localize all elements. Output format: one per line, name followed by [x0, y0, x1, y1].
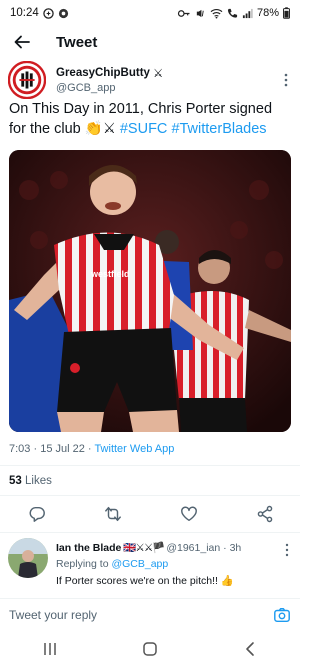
divider [0, 465, 300, 466]
author-emoji: ⚔ [152, 68, 164, 80]
back-button[interactable] [12, 32, 32, 52]
app-notification-icon [58, 8, 68, 18]
football-photo: westfield [9, 150, 291, 432]
shirt-sponsor: westfield [90, 269, 130, 279]
tweet-photo[interactable]: westfield [9, 150, 291, 432]
likes-count-row[interactable]: 53 Likes [9, 475, 52, 487]
reply-flags: 🇬🇧⚔⚔🏴 [123, 542, 165, 554]
home-button[interactable] [135, 637, 165, 661]
reply-body: Ian the Blade 🇬🇧⚔⚔🏴 @1961_ian · 3h Reply… [56, 541, 292, 587]
tweet-meta: 7:03 · 15 Jul 22 · Twitter Web App [9, 443, 175, 455]
status-time: 10:24 [10, 7, 39, 19]
tweet-actions [26, 502, 276, 526]
share-icon [257, 505, 273, 523]
reply-more-icon[interactable] [282, 543, 292, 557]
tweet-source[interactable]: Twitter Web App [94, 443, 174, 455]
reply-tweet[interactable]: Ian the Blade 🇬🇧⚔⚔🏴 @1961_ian · 3h Reply… [8, 538, 292, 594]
notification-icon [43, 7, 54, 19]
like-button[interactable] [178, 503, 200, 525]
reply-avatar[interactable] [8, 538, 48, 578]
author-name: GreasyChipButty [56, 67, 150, 79]
reply-author-handle[interactable]: @1961_ian [166, 542, 220, 554]
key-icon [177, 9, 190, 17]
author-avatar[interactable] [8, 61, 46, 99]
author-handle[interactable]: @GCB_app [56, 82, 163, 94]
back-arrow-icon [14, 35, 30, 49]
tweet-time: 7:03 [9, 443, 31, 455]
share-button[interactable] [254, 503, 276, 525]
system-nav-bar [0, 631, 300, 667]
mute-icon [196, 9, 204, 17]
tweet-text: On This Day in 2011, Chris Porter signed… [9, 99, 291, 139]
status-bar: 10:24 78% [0, 0, 300, 26]
recent-apps-icon [44, 643, 56, 655]
call-icon [227, 8, 238, 18]
reply-author-name[interactable]: Ian the Blade [56, 542, 121, 554]
author-name-row[interactable]: GreasyChipButty ⚔ [56, 66, 163, 80]
likes-count: 53 [9, 475, 22, 487]
home-icon [143, 642, 157, 656]
reply-button[interactable] [26, 503, 48, 525]
reply-text: If Porter scores we're on the pitch!! 👍 [56, 575, 234, 587]
top-bar: Tweet [0, 26, 300, 58]
status-left: 10:24 [10, 7, 69, 19]
battery-percent: 78% [256, 7, 279, 19]
back-nav-button[interactable] [235, 637, 265, 661]
reply-header: Ian the Blade 🇬🇧⚔⚔🏴 @1961_ian · 3h [56, 541, 242, 555]
battery-icon [283, 7, 290, 19]
status-right: 78% [177, 7, 290, 19]
hashtag-twitterblades[interactable]: #TwitterBlades [171, 121, 266, 137]
reply-composer [0, 598, 300, 630]
hashtag-sufc[interactable]: #SUFC [120, 121, 168, 137]
replying-to-handle[interactable]: @GCB_app [111, 558, 168, 570]
tweet-emoji: 👏⚔ [84, 121, 116, 137]
tweet-date: 15 Jul 22 [40, 443, 85, 455]
reply-input[interactable] [9, 607, 273, 622]
camera-icon[interactable] [273, 606, 291, 624]
author-text: GreasyChipButty ⚔ @GCB_app [56, 66, 163, 94]
likes-label: Likes [25, 475, 52, 487]
divider [0, 532, 300, 533]
recent-apps-button[interactable] [35, 637, 65, 661]
reply-age: 3h [229, 541, 242, 554]
retweet-icon [105, 506, 121, 522]
divider [0, 495, 300, 496]
like-icon [181, 506, 197, 522]
replying-to-label: Replying to [56, 558, 109, 570]
replying-to: Replying to @GCB_app [56, 558, 292, 570]
page-title: Tweet [56, 33, 98, 51]
back-icon [246, 642, 254, 656]
tweet-more-button[interactable] [280, 70, 292, 90]
tweet-author: GreasyChipButty ⚔ @GCB_app [8, 61, 292, 99]
more-icon [284, 73, 288, 87]
reply-icon [29, 506, 45, 522]
retweet-button[interactable] [102, 503, 124, 525]
signal-icon [242, 8, 253, 18]
wifi-icon [210, 8, 223, 19]
